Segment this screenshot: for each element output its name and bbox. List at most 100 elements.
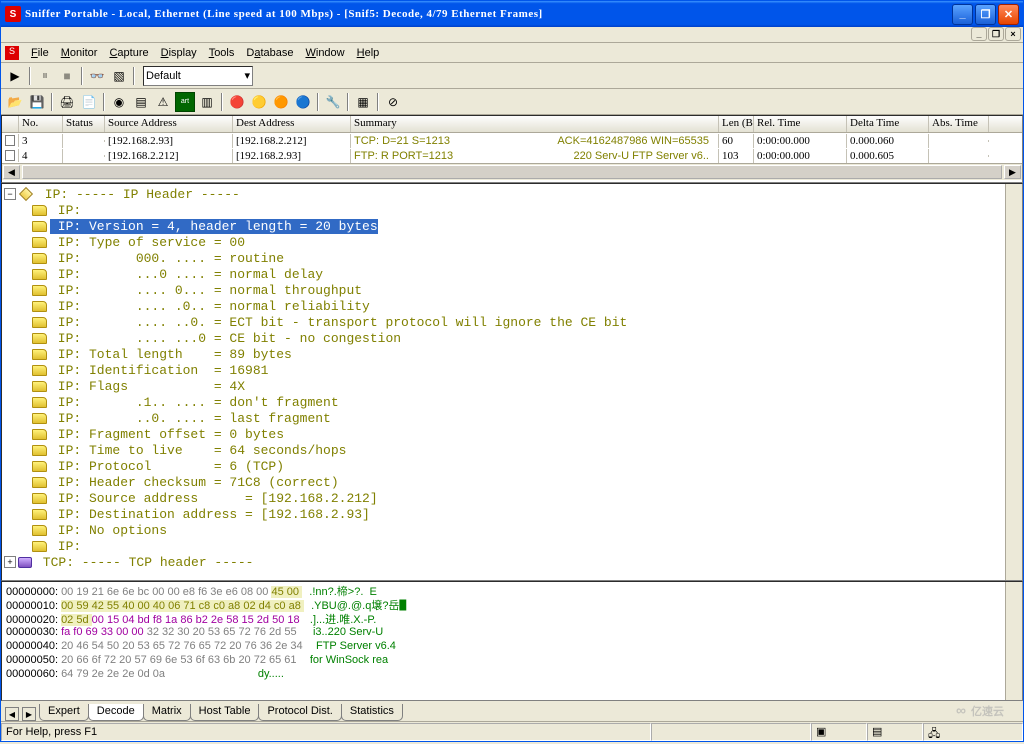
decode-line[interactable]: IP: Header checksum = 71C8 (correct) [4,474,1020,490]
decode-line[interactable]: IP: [4,202,1020,218]
decode-line[interactable]: IP: ..0. .... = last fragment [4,410,1020,426]
mdi-minimize-button[interactable]: _ [971,27,987,41]
decode-line[interactable]: IP: .... .0.. = normal reliability [4,298,1020,314]
toolbar-main: 📂 💾 🖨 📄 ◉ ▤ ⚠ art ▥ 🔴 🟡 🟠 🔵 🔧 ▦ ⊘ [1,89,1023,115]
menu-file[interactable]: File [25,45,55,61]
field-icon [32,445,47,456]
alert-icon[interactable]: ⚠ [153,92,173,112]
packet-list[interactable]: No. Status Source Address Dest Address S… [1,115,1023,183]
row-checkbox[interactable] [5,150,15,161]
tab-protocoldist[interactable]: Protocol Dist. [258,704,341,721]
col-dest[interactable]: Dest Address [233,116,351,132]
menu-database[interactable]: Database [240,45,299,61]
close-button[interactable]: ✕ [998,4,1019,25]
hex-view[interactable]: 00000000: 00 19 21 6e 6e bc 00 00 e8 f6 … [1,581,1023,701]
col-abs[interactable]: Abs. Time [929,116,989,132]
packet-hscrollbar[interactable]: ◀ ▶ [2,163,1022,180]
table-row[interactable]: 4[192.168.2.212][192.168.2.93]FTP: R POR… [2,148,1022,163]
decode-vscrollbar[interactable] [1005,184,1022,580]
tab-statistics[interactable]: Statistics [341,704,403,721]
decode-line[interactable]: IP: Identification = 16981 [4,362,1020,378]
menu-help[interactable]: Help [351,45,386,61]
dashboard-icon[interactable]: ◉ [109,92,129,112]
col-status[interactable]: Status [63,116,105,132]
pause-icon[interactable]: ⏸ [35,66,55,86]
menu-tools[interactable]: Tools [203,45,241,61]
tab-matrix[interactable]: Matrix [143,704,191,721]
hex-line: 00000060: 64 79 2e 2e 2e 0d 0a dy..... [6,667,1018,681]
decode-tree[interactable]: − IP: ----- IP Header ----- IP: IP: Vers… [1,183,1023,581]
c4-icon[interactable]: 🔵 [293,92,313,112]
c1-icon[interactable]: 🔴 [227,92,247,112]
field-icon [32,493,47,504]
mdi-restore-button[interactable]: ❐ [988,27,1004,41]
save-icon[interactable]: 💾 [27,92,47,112]
menu-window[interactable]: Window [299,45,350,61]
decode-line[interactable]: IP: .... ...0 = CE bit - no congestion [4,330,1020,346]
open-icon[interactable]: 📂 [5,92,25,112]
decode-line[interactable]: IP: Fragment offset = 0 bytes [4,426,1020,442]
field-icon [32,461,47,472]
hex-vscrollbar[interactable] [1005,582,1022,700]
tab-expert[interactable]: Expert [39,704,89,721]
statusbar: For Help, press F1 ▣ ▤ 🖧 [1,721,1023,741]
decode-line[interactable]: IP: No options [4,522,1020,538]
c3-icon[interactable]: 🟠 [271,92,291,112]
decode-line[interactable]: IP: Source address = [192.168.2.212] [4,490,1020,506]
bars-icon[interactable]: ▥ [197,92,217,112]
maximize-button[interactable]: ❐ [975,4,996,25]
menu-capture[interactable]: Capture [103,45,154,61]
start-icon[interactable]: ▶ [5,66,25,86]
decode-line[interactable]: IP: ...0 .... = normal delay [4,266,1020,282]
decode-line[interactable]: IP: Total length = 89 bytes [4,346,1020,362]
tab-hosttable[interactable]: Host Table [190,704,260,721]
binoculars-icon[interactable]: 👓 [87,66,107,86]
stop2-icon[interactable]: ⊘ [383,92,403,112]
decode-line[interactable]: IP: Destination address = [192.168.2.93] [4,506,1020,522]
minimize-button[interactable]: _ [952,4,973,25]
tool-icon[interactable]: 🔧 [323,92,343,112]
print-icon[interactable]: 🖨 [57,92,77,112]
col-len[interactable]: Len (B [719,116,754,132]
calc-icon[interactable]: ▦ [353,92,373,112]
decode-line[interactable]: IP: [4,538,1020,554]
filter-icon[interactable]: ▧ [109,66,129,86]
decode-line[interactable]: IP: .1.. .... = don't fragment [4,394,1020,410]
art-icon[interactable]: art [175,92,195,112]
decode-line[interactable]: IP: Version = 4, header length = 20 byte… [4,218,1020,234]
decode-line[interactable]: − IP: ----- IP Header ----- [4,186,1020,202]
collapse-icon[interactable]: − [4,188,16,200]
col-reltime[interactable]: Rel. Time [754,116,847,132]
tab-prev-icon[interactable]: ◀ [5,707,19,721]
stop-icon[interactable]: ■ [57,66,77,86]
decode-line[interactable]: IP: Protocol = 6 (TCP) [4,458,1020,474]
decode-line[interactable]: IP: Type of service = 00 [4,234,1020,250]
tab-next-icon[interactable]: ▶ [22,707,36,721]
mdi-icon: S [5,46,19,60]
hex-line: 00000020: 02 5d 00 15 04 bd f8 1a 86 b2 … [6,611,1018,625]
print2-icon[interactable]: 📄 [79,92,99,112]
decode-line[interactable]: IP: Time to live = 64 seconds/hops [4,442,1020,458]
mdi-close-button[interactable]: × [1005,27,1021,41]
decode-line[interactable]: IP: Flags = 4X [4,378,1020,394]
table-row[interactable]: 3[192.168.2.93][192.168.2.212]TCP: D=21 … [2,133,1022,148]
decode-line[interactable]: IP: .... ..0. = ECT bit - transport prot… [4,314,1020,330]
col-summary[interactable]: Summary [351,116,719,132]
tab-decode[interactable]: Decode [88,704,144,721]
list-icon[interactable]: ▤ [131,92,151,112]
c2-icon[interactable]: 🟡 [249,92,269,112]
decode-line[interactable]: IP: .... 0... = normal throughput [4,282,1020,298]
col-source[interactable]: Source Address [105,116,233,132]
field-icon [32,477,47,488]
menu-monitor[interactable]: Monitor [55,45,104,61]
col-delta[interactable]: Delta Time [847,116,929,132]
scroll-right-icon[interactable]: ▶ [1004,165,1021,179]
decode-line[interactable]: IP: 000. .... = routine [4,250,1020,266]
scroll-left-icon[interactable]: ◀ [3,165,20,179]
menu-display[interactable]: Display [155,45,203,61]
expand-icon[interactable]: + [4,556,16,568]
col-no[interactable]: No. [19,116,63,132]
decode-line[interactable]: + TCP: ----- TCP header ----- [4,554,1020,570]
profile-combo[interactable]: Default▾ [143,66,253,86]
row-checkbox[interactable] [5,135,15,146]
